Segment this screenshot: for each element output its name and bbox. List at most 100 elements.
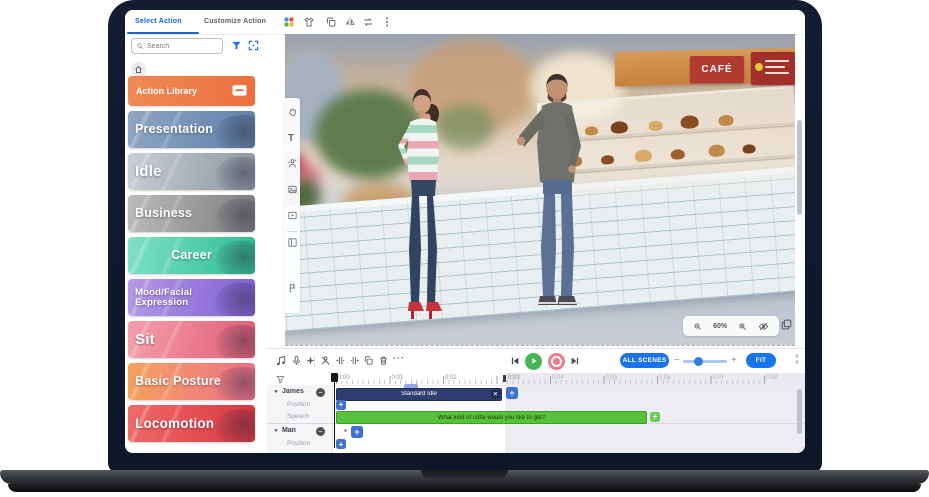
text-tool-icon[interactable]: T bbox=[288, 133, 294, 144]
subtrack-position-james[interactable]: Position bbox=[287, 401, 310, 408]
remove-track-button[interactable]: − bbox=[316, 427, 325, 436]
delete-clip-icon[interactable] bbox=[378, 355, 389, 366]
action-library-label: Action Library bbox=[136, 86, 197, 96]
hide-ui-icon[interactable] bbox=[758, 321, 769, 332]
viewport-zoom-controls: 60% bbox=[683, 316, 779, 336]
add-speech-clip-button[interactable]: + bbox=[650, 412, 660, 422]
category-tile-sit[interactable]: Sit bbox=[128, 321, 255, 358]
mirror-flip-icon[interactable] bbox=[344, 16, 356, 28]
duplicate-view-icon[interactable] bbox=[780, 318, 793, 331]
tab-customize-action[interactable]: Customize Action bbox=[204, 18, 266, 25]
collapse-timeline-icon[interactable]: ∨∨ bbox=[791, 354, 803, 367]
add-position-keyframe-button-man[interactable]: + bbox=[336, 439, 346, 449]
play-button[interactable] bbox=[525, 353, 542, 370]
category-tile-locomotion[interactable]: Locomotion bbox=[128, 405, 255, 442]
zoom-in-icon[interactable] bbox=[738, 322, 747, 331]
man-character[interactable] bbox=[511, 68, 603, 320]
add-action-clip-button-man[interactable]: + bbox=[351, 426, 363, 438]
video-tool-icon[interactable] bbox=[287, 210, 298, 221]
add-action-clip-button[interactable]: + bbox=[506, 387, 518, 399]
audio-icon[interactable] bbox=[275, 355, 287, 367]
timeline-scrollbar[interactable] bbox=[797, 389, 802, 434]
screenshot-stage: Select Action Customize Action bbox=[0, 0, 929, 497]
track-name: James bbox=[282, 388, 304, 395]
app-window: Select Action Customize Action bbox=[125, 10, 805, 453]
search-box[interactable] bbox=[131, 38, 223, 54]
ruler-label: 0:08 bbox=[766, 375, 778, 381]
folder-icon bbox=[231, 83, 248, 97]
image-tool-icon[interactable] bbox=[287, 184, 298, 195]
category-tile-basic-posture[interactable]: Basic Posture bbox=[128, 363, 255, 400]
playhead-line bbox=[334, 373, 336, 448]
trim-start-icon[interactable] bbox=[335, 355, 346, 366]
chevron-down-icon[interactable]: ▼ bbox=[273, 428, 279, 433]
clip-close-icon[interactable]: ✕ bbox=[491, 390, 500, 399]
track-names-column: ▼ James − Position Speech ▼ Man − Positi… bbox=[267, 385, 333, 453]
search-icon bbox=[136, 42, 144, 50]
toolbar-divider bbox=[314, 355, 315, 367]
hide-character-icon[interactable] bbox=[320, 355, 331, 366]
subtrack-position-man[interactable]: Position bbox=[287, 440, 310, 447]
duplicate-icon[interactable] bbox=[325, 16, 337, 28]
clip-stretch-handle[interactable] bbox=[404, 384, 418, 388]
filter-tracks-icon[interactable] bbox=[276, 375, 285, 384]
more-options-icon[interactable]: ··· bbox=[393, 353, 405, 363]
sidebar: Select Action Customize Action bbox=[125, 10, 268, 453]
record-button[interactable] bbox=[548, 353, 565, 370]
timeline-zoom-slider-track[interactable] bbox=[683, 360, 727, 363]
scene-end-marker[interactable] bbox=[503, 375, 506, 382]
more-kebab-icon[interactable] bbox=[381, 16, 393, 28]
category-tile-idle[interactable]: Idle bbox=[128, 153, 255, 190]
category-tile-business[interactable]: Business bbox=[128, 195, 255, 232]
scene-canvas[interactable]: CAFÉ bbox=[285, 34, 795, 345]
laptop-base-notch bbox=[421, 470, 508, 478]
viewport-tool-strip: T bbox=[284, 98, 300, 313]
timeline-zoom-in-button[interactable]: + bbox=[731, 354, 737, 367]
canvas-resize-edge[interactable] bbox=[285, 345, 795, 346]
outfit-shirt-icon[interactable] bbox=[303, 16, 315, 28]
swap-arrows-icon[interactable] bbox=[362, 16, 374, 28]
all-scenes-button[interactable]: ALL SCENES bbox=[620, 353, 669, 368]
palette-icon[interactable] bbox=[283, 16, 295, 28]
flag-tool-icon[interactable] bbox=[287, 283, 298, 294]
skip-to-start-button[interactable] bbox=[510, 356, 520, 366]
track-header-james[interactable]: ▼ James bbox=[273, 388, 304, 395]
panels-tool-icon[interactable] bbox=[287, 237, 298, 248]
drag-dot bbox=[344, 429, 347, 432]
timeline-zoom-out-button[interactable]: − bbox=[674, 354, 680, 367]
woman-character[interactable] bbox=[391, 84, 455, 334]
skip-to-end-button[interactable] bbox=[570, 356, 580, 366]
fit-view-button[interactable] bbox=[248, 40, 259, 51]
playhead-handle[interactable] bbox=[331, 373, 338, 382]
menu-sign bbox=[751, 52, 795, 85]
filter-button[interactable] bbox=[231, 40, 242, 51]
action-clip-standard-idle[interactable]: Standard Idle ✕ bbox=[336, 388, 502, 401]
microphone-icon[interactable] bbox=[291, 355, 302, 366]
home-button[interactable] bbox=[131, 62, 146, 77]
pan-hand-icon[interactable] bbox=[287, 106, 298, 117]
tab-select-action[interactable]: Select Action bbox=[135, 18, 182, 25]
chevron-down-icon[interactable]: ▼ bbox=[273, 389, 279, 394]
action-library-list: Action Library Presentation Idle Busines… bbox=[128, 76, 255, 442]
viewport-toolbar bbox=[267, 10, 805, 35]
character-tool-icon[interactable] bbox=[287, 158, 298, 169]
action-library-header[interactable]: Action Library bbox=[128, 76, 255, 106]
remove-track-button[interactable]: − bbox=[316, 388, 325, 397]
copy-clip-icon[interactable] bbox=[363, 355, 374, 366]
viewport-scrollbar[interactable] bbox=[797, 120, 802, 215]
category-tile-career[interactable]: Career bbox=[128, 237, 255, 274]
fit-button[interactable]: FIT bbox=[746, 353, 776, 368]
speech-clip[interactable]: What kind of coffe would you like to get… bbox=[336, 411, 647, 424]
add-position-keyframe-button[interactable]: + bbox=[336, 400, 346, 410]
zoom-out-icon[interactable] bbox=[693, 322, 702, 331]
category-tile-presentation[interactable]: Presentation bbox=[128, 111, 255, 148]
search-input[interactable] bbox=[147, 43, 217, 50]
track-header-man[interactable]: ▼ Man bbox=[273, 427, 296, 434]
timeline-zoom-slider-thumb[interactable] bbox=[694, 357, 703, 366]
trim-end-icon[interactable] bbox=[349, 355, 360, 366]
category-tile-mood-facial-expression[interactable]: Mood/Facial Expression bbox=[128, 279, 255, 316]
laptop-base-bottom bbox=[8, 484, 921, 492]
subtrack-speech-james[interactable]: Speech bbox=[287, 413, 309, 420]
zoom-level: 60% bbox=[713, 323, 727, 330]
timeline-panel: ··· ALL SCENES − bbox=[267, 348, 805, 453]
